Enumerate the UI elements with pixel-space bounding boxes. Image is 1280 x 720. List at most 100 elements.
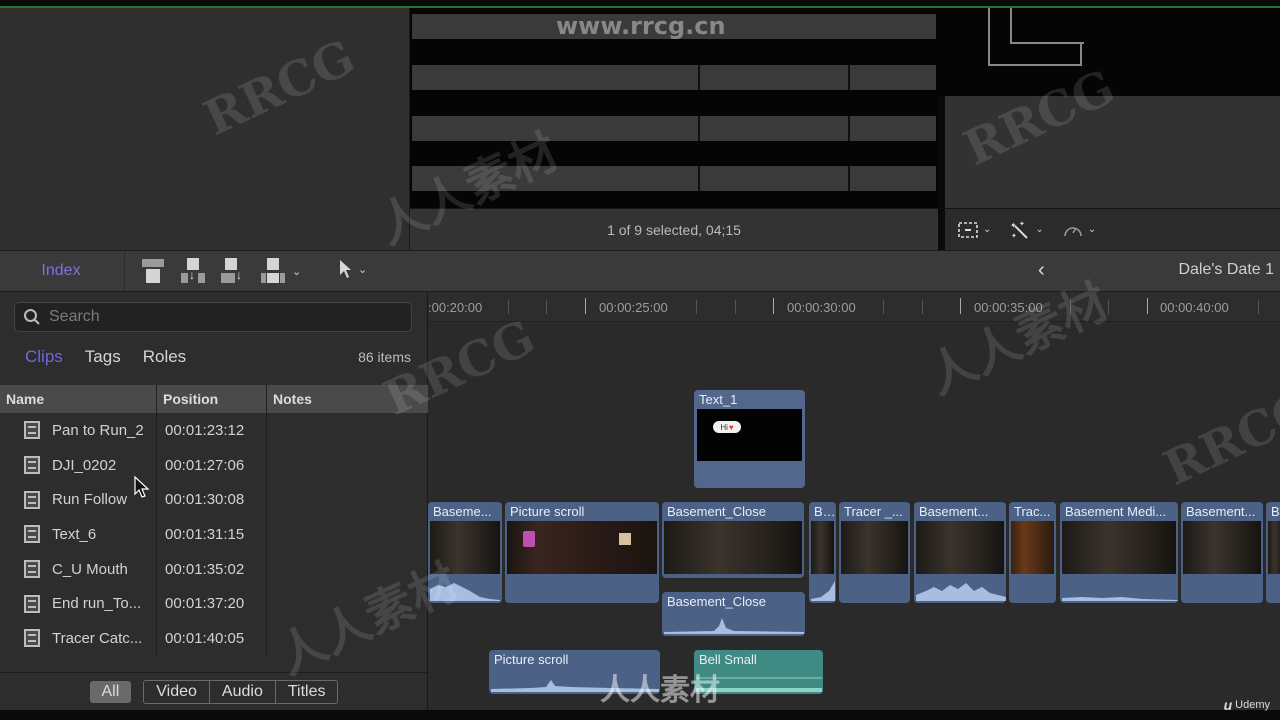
speedometer-icon [1063, 226, 1082, 236]
table-row[interactable]: Run Follow 00:01:30:08 [0, 482, 428, 518]
video-clip[interactable]: Baseme... [428, 502, 502, 603]
clip-name: Run Follow [52, 491, 128, 509]
video-clip[interactable]: Trac... [1009, 502, 1056, 603]
chevron-down-icon: ⌄ [1035, 224, 1044, 235]
edit-tools: ↓ ↓ ⌄ [140, 257, 301, 285]
ruler-label: 00:00:40:00 [1160, 300, 1229, 315]
table-row[interactable]: Pan to Run_2 00:01:23:12 [0, 413, 428, 448]
message-bubble: Hi ♥ [713, 421, 741, 433]
clip-thumbnail [841, 521, 908, 574]
table-row[interactable]: DJI_0202 00:01:27:06 [0, 447, 428, 483]
svg-text:✦: ✦ [1019, 220, 1025, 228]
filter-titles[interactable]: Titles [276, 681, 338, 703]
filter-video[interactable]: Video [144, 680, 210, 703]
search-field[interactable] [14, 302, 412, 332]
clip-notes[interactable] [267, 517, 428, 552]
video-clip[interactable]: Basement... [1181, 502, 1263, 603]
connect-clip-button[interactable] [140, 257, 166, 285]
chevron-down-icon[interactable]: ⌄ [292, 265, 301, 278]
clip-position: 00:01:31:15 [157, 517, 267, 552]
title-clip[interactable]: Text_1 Hi ♥ [694, 390, 805, 488]
audio-waveform [430, 583, 500, 601]
clip-thumbnail [811, 521, 834, 574]
clip-notes[interactable] [267, 482, 428, 517]
clip-label: Picture scroll [494, 652, 569, 667]
clip-label: Text_1 [699, 392, 738, 407]
viewer-band [412, 116, 936, 141]
clip-thumbnail [1183, 521, 1261, 574]
clip-notes[interactable] [267, 552, 428, 587]
chevron-down-icon: ⌄ [1087, 224, 1097, 235]
index-button[interactable]: Index [0, 251, 125, 291]
video-clip[interactable]: B [1266, 502, 1280, 603]
tab-roles[interactable]: Roles [143, 347, 186, 367]
clip-label: Basement_Close [667, 594, 766, 609]
column-header-position[interactable]: Position [157, 385, 267, 413]
video-clip[interactable]: Basement Medi... [1060, 502, 1178, 603]
chevron-down-icon: ⌄ [358, 263, 368, 276]
ruler-label: :00:20:00 [428, 300, 483, 315]
clip-name: C_U Mouth [52, 560, 128, 578]
transform-menu[interactable]: ⌄ [957, 221, 991, 239]
watermark-url: www.rrcg.cn [556, 12, 726, 40]
chevron-down-icon: ⌄ [983, 224, 992, 235]
clip-thumbnail [664, 521, 802, 574]
viewer-selection-status: 1 of 9 selected, 04;15 [410, 208, 938, 250]
column-header-notes[interactable]: Notes [267, 385, 428, 413]
clip-thumbnail [430, 521, 500, 574]
column-header-name[interactable]: Name [0, 385, 157, 413]
tab-tags[interactable]: Tags [85, 347, 121, 367]
viewer-band [412, 166, 936, 191]
audio-waveform [1062, 597, 1178, 601]
film-clip-icon [24, 421, 40, 440]
timeline-toolbar: Index ↓ ↓ ⌄ ⌄ ‹ Dale's Date 1 [0, 250, 1280, 292]
clip-notes[interactable] [267, 413, 428, 448]
audio-clip[interactable]: Picture scroll [489, 650, 660, 694]
clip-notes[interactable] [267, 448, 428, 483]
overwrite-clip-icon [267, 258, 279, 270]
clip-label: B [1271, 504, 1280, 519]
udemy-icon: u [1223, 697, 1233, 713]
table-row[interactable]: Tracer Catc... 00:01:40:05 [0, 621, 428, 656]
clip-notes[interactable] [267, 621, 428, 656]
ruler-tick [585, 298, 586, 314]
timeline-ruler[interactable]: :00:20:00 00:00:25:00 00:00:30:00 00:00:… [428, 292, 1280, 322]
video-clip[interactable]: B... [809, 502, 836, 603]
clip-thumbnail [1268, 521, 1280, 574]
back-button[interactable]: ‹ [1038, 259, 1045, 282]
table-header: Name Position Notes [0, 385, 428, 413]
video-clip[interactable]: Picture scroll [505, 502, 659, 603]
ruler-label: 00:00:35:00 [974, 300, 1043, 315]
table-row[interactable]: End run_To... 00:01:37:20 [0, 586, 428, 622]
connect-clip-icon [142, 259, 164, 267]
audio-waveform [664, 618, 804, 634]
filter-all[interactable]: All [89, 680, 132, 703]
enhance-menu[interactable]: ✦ ✦ ✦ ⌄ [1009, 220, 1043, 240]
select-tool-menu[interactable]: ⌄ [338, 259, 367, 279]
search-input[interactable] [49, 308, 389, 326]
film-clip-icon [24, 456, 40, 475]
overwrite-clip-button[interactable] [260, 257, 286, 285]
tab-clips[interactable]: Clips [25, 347, 63, 367]
table-row[interactable]: Text_6 00:01:31:15 [0, 517, 428, 552]
ruler-label: 00:00:30:00 [787, 300, 856, 315]
clip-position: 00:01:40:05 [157, 621, 267, 656]
timeline-index: Clips Tags Roles 86 items Name Position … [0, 292, 428, 710]
filter-audio[interactable]: Audio [210, 680, 276, 703]
table-row[interactable]: C_U Mouth 00:01:35:02 [0, 551, 428, 587]
clip-notes[interactable] [267, 586, 428, 621]
video-clip[interactable]: Tracer _... [839, 502, 910, 603]
audio-clip[interactable]: Basement_Close [662, 592, 805, 636]
clip-label: Basement Medi... [1065, 504, 1167, 519]
inspector-preview [938, 8, 1280, 96]
arrow-pointer-icon [340, 260, 351, 278]
retime-menu[interactable]: ⌄ [1062, 221, 1096, 239]
sound-effect-clip[interactable]: Bell Small [694, 650, 823, 694]
append-clip-button[interactable]: ↓ [220, 257, 246, 285]
bottom-bar [0, 710, 1280, 720]
clip-thumbnail [1011, 521, 1054, 574]
timeline[interactable]: :00:20:00 00:00:25:00 00:00:30:00 00:00:… [428, 292, 1280, 710]
video-clip[interactable]: Basement... [914, 502, 1006, 603]
insert-clip-button[interactable]: ↓ [180, 257, 206, 285]
video-clip[interactable]: Basement_Close [662, 502, 804, 578]
